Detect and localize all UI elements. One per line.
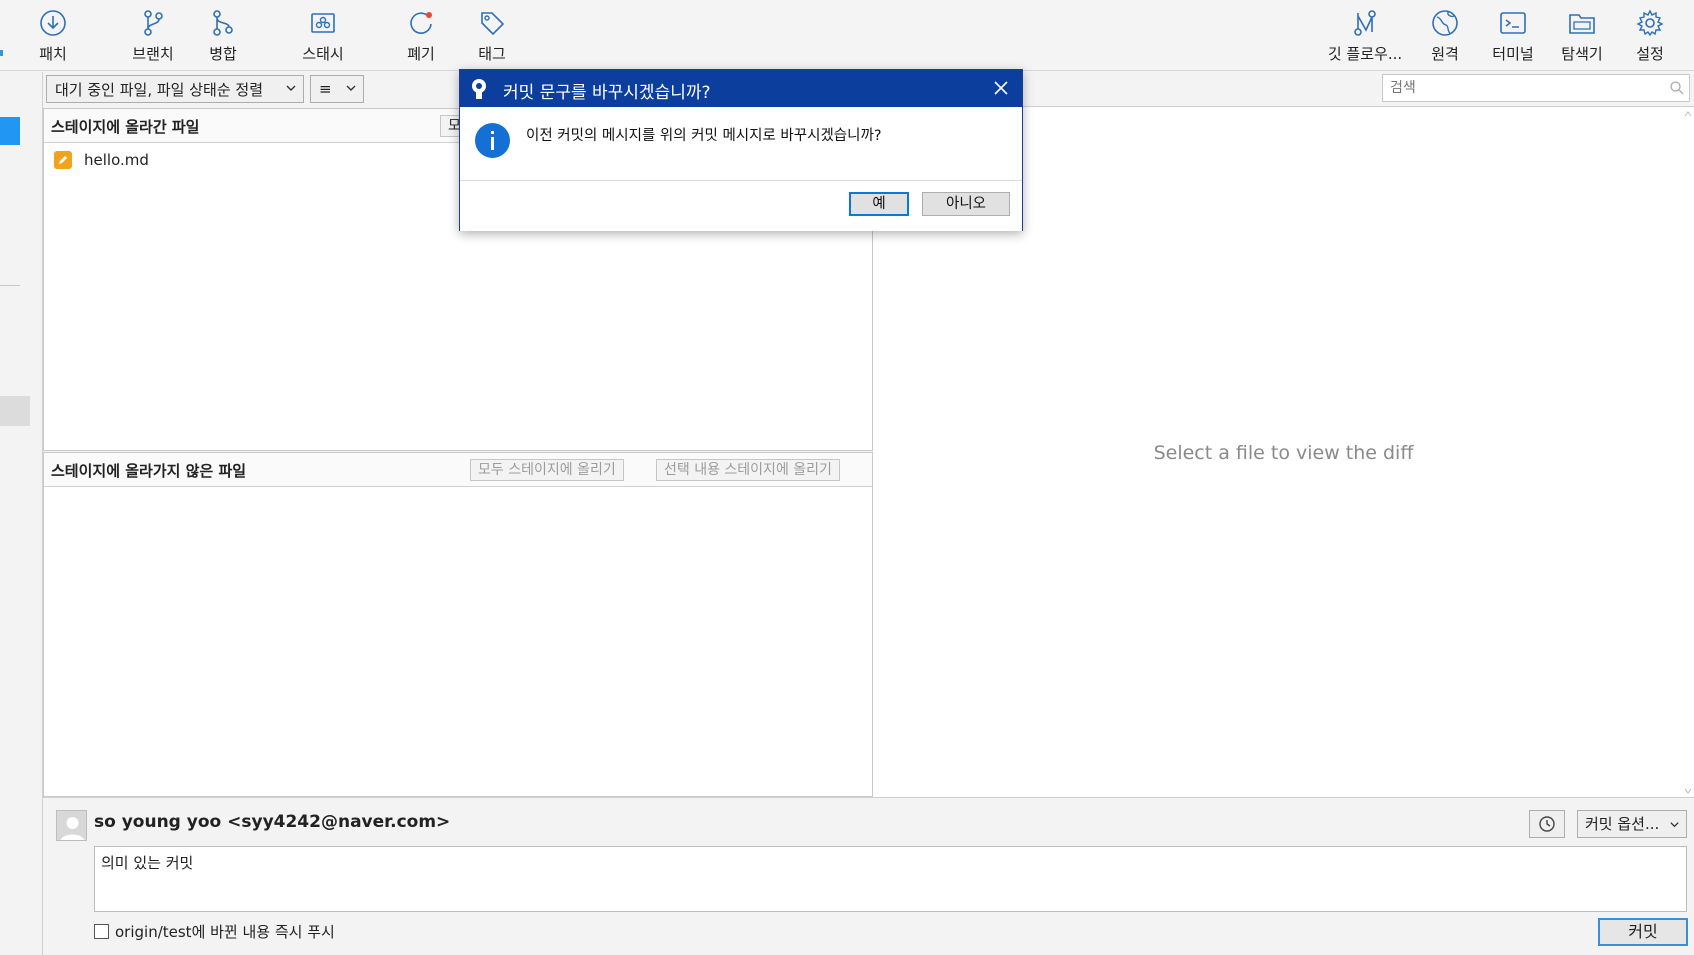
commit-options-label: 커밋 옵션... [1585, 815, 1660, 833]
scroll-down-icon[interactable] [1684, 787, 1692, 795]
dialog-titlebar[interactable]: 커밋 문구를 바꾸시겠습니까? [460, 70, 1022, 107]
diff-empty-message: Select a file to view the diff [1153, 442, 1414, 464]
git-flow-icon [1354, 10, 1376, 36]
close-button[interactable] [990, 77, 1012, 99]
sidebar-selected-item[interactable] [0, 117, 20, 145]
commit-options-dropdown[interactable]: 커밋 옵션... [1577, 810, 1687, 838]
merge-button[interactable]: 병합 [205, 0, 241, 68]
terminal-button[interactable]: 터미널 [1488, 0, 1538, 68]
diff-scrollbar[interactable] [1682, 108, 1694, 797]
dialog-message: 이전 커밋의 메시지를 위의 커밋 메시지로 바꾸시겠습니까? [526, 128, 882, 144]
unstaged-header: 스테이지에 올라가지 않은 파일 모두 스테이지에 올리기 선택 내용 스테이지… [44, 453, 872, 487]
terminal-icon [1500, 12, 1526, 34]
remote-button[interactable]: 원격 [1429, 0, 1461, 68]
stage-all-button[interactable]: 모두 스테이지에 올리기 [470, 459, 624, 481]
file-row[interactable]: hello.md [54, 149, 149, 171]
fetch-button[interactable]: 패치 [37, 0, 69, 68]
sidebar-strip [0, 72, 43, 955]
list-view-icon: ≡ [319, 80, 332, 98]
commit-button[interactable]: 커밋 [1598, 918, 1688, 946]
yes-button[interactable]: 예 [849, 192, 909, 216]
discard-label: 폐기 [407, 45, 435, 63]
unstaged-title: 스테이지에 올라가지 않은 파일 [51, 462, 247, 480]
settings-label: 설정 [1636, 45, 1664, 63]
no-button[interactable]: 아니오 [922, 192, 1010, 216]
toolbar: 패치 브랜치 병합 스태시 폐기 태그 깃 플로우... 원격 터미널 탐색기 [0, 0, 1694, 71]
tag-icon [481, 12, 505, 36]
commit-message-input[interactable]: 의미 있는 커밋 [94, 846, 1687, 912]
branch-icon [144, 10, 163, 36]
file-name: hello.md [84, 151, 149, 169]
sort-dropdown[interactable]: 대기 중인 파일, 파일 상태순 정렬 [46, 75, 304, 103]
chevron-down-icon [286, 85, 296, 91]
stash-button[interactable]: 스태시 [298, 0, 348, 68]
fetch-icon [40, 10, 66, 36]
staged-title: 스테이지에 올라간 파일 [51, 118, 200, 136]
push-option[interactable]: origin/test에 바뀐 내용 즉시 푸시 [94, 921, 335, 942]
commit-history-button[interactable] [1529, 810, 1565, 838]
fetch-label: 패치 [39, 45, 67, 63]
settings-button[interactable]: 설정 [1634, 0, 1666, 68]
commit-area: so young yoo <syy4242@naver.com> 커밋 옵션..… [43, 797, 1694, 955]
discard-button[interactable]: 폐기 [405, 0, 437, 68]
tag-label: 태그 [478, 45, 506, 63]
close-icon [994, 81, 1008, 95]
amend-confirm-dialog: 커밋 문구를 바꾸시겠습니까? 이전 커밋의 메시지를 위의 커밋 메시지로 바… [459, 69, 1023, 231]
scroll-up-icon[interactable] [1684, 110, 1692, 118]
merge-icon [213, 10, 233, 36]
sidebar-edge-indicator [0, 50, 3, 56]
git-flow-button[interactable]: 깃 플로우... [1326, 0, 1404, 68]
modified-file-icon [54, 151, 72, 169]
explorer-button[interactable]: 탐색기 [1557, 0, 1607, 68]
view-mode-dropdown[interactable]: ≡ [310, 75, 364, 103]
avatar [56, 810, 87, 841]
sidebar-divider [0, 285, 20, 286]
sort-dropdown-label: 대기 중인 파일, 파일 상태순 정렬 [55, 80, 264, 99]
branch-button[interactable]: 브랜치 [128, 0, 178, 68]
dialog-title: 커밋 문구를 바꾸시겠습니까? [503, 83, 711, 103]
stash-label: 스태시 [302, 45, 344, 63]
sidebar-item[interactable] [0, 396, 30, 426]
push-label: origin/test에 바뀐 내용 즉시 푸시 [115, 923, 335, 941]
info-icon [475, 123, 510, 158]
remote-label: 원격 [1431, 45, 1459, 63]
sourcetree-app-icon [472, 79, 486, 99]
search-icon [1670, 81, 1684, 95]
remote-globe-icon [1432, 10, 1458, 36]
push-checkbox[interactable] [94, 924, 109, 939]
stage-selected-button[interactable]: 선택 내용 스테이지에 올리기 [656, 459, 840, 481]
gear-icon [1636, 9, 1664, 37]
search-box[interactable] [1382, 74, 1690, 102]
commit-author: so young yoo <syy4242@naver.com> [94, 812, 451, 832]
clock-icon [1539, 816, 1555, 832]
chevron-down-icon [1670, 822, 1679, 828]
stash-icon [311, 13, 335, 33]
explorer-label: 탐색기 [1561, 45, 1603, 63]
merge-label: 병합 [209, 45, 237, 63]
tag-button[interactable]: 태그 [476, 0, 508, 68]
discard-icon [410, 12, 432, 34]
terminal-label: 터미널 [1492, 45, 1534, 63]
unstaged-files-pane: 스테이지에 올라가지 않은 파일 모두 스테이지에 올리기 선택 내용 스테이지… [43, 452, 873, 797]
chevron-down-icon [346, 85, 356, 91]
branch-label: 브랜치 [132, 45, 174, 63]
explorer-icon [1569, 14, 1595, 34]
search-input[interactable] [1390, 80, 1660, 96]
git-flow-label: 깃 플로우... [1327, 45, 1403, 63]
